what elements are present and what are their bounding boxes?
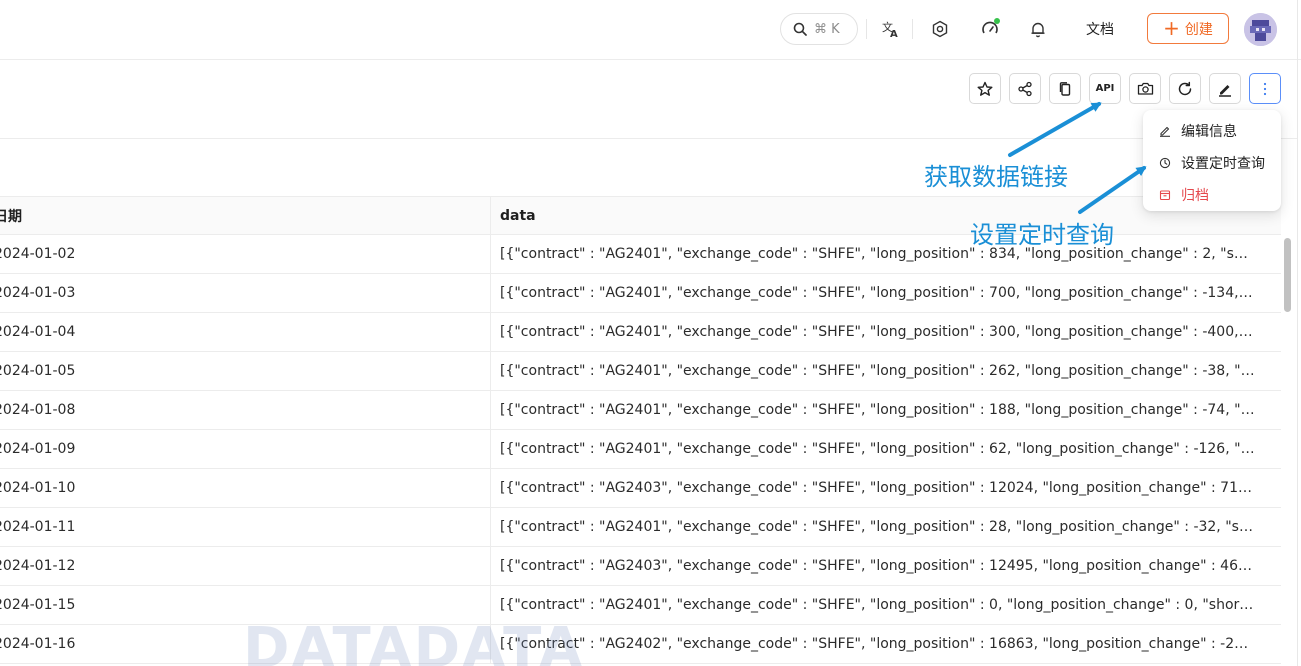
cell-date: 2024-01-11 bbox=[0, 508, 491, 546]
toolbar: API bbox=[969, 73, 1281, 104]
table-row[interactable]: 2024-01-08 [{"contract" : "AG2401", "exch… bbox=[0, 391, 1281, 430]
archive-icon bbox=[1159, 190, 1171, 201]
table-body: 2024-01-02 [{"contract" : "AG2401", "exch… bbox=[0, 235, 1281, 664]
copy-icon bbox=[1059, 81, 1071, 96]
cell-date: 2024-01-03 bbox=[0, 274, 491, 312]
menu-item-archive[interactable]: 归档 bbox=[1143, 179, 1281, 211]
cell-date: 2024-01-08 bbox=[0, 391, 491, 429]
table-row[interactable]: 2024-01-10 [{"contract" : "AG2403", "exch… bbox=[0, 469, 1281, 508]
scrollbar-thumb[interactable] bbox=[1284, 238, 1291, 312]
favorite-button[interactable] bbox=[969, 73, 1001, 104]
cell-date: 2024-01-09 bbox=[0, 430, 491, 468]
search-button[interactable]: ⌘ K bbox=[780, 13, 858, 45]
cell-data: [{"contract" : "AG2401", "exchange_code"… bbox=[500, 597, 1255, 613]
table-row[interactable]: 2024-01-05 [{"contract" : "AG2401", "exch… bbox=[0, 352, 1281, 391]
cell-data: [{"contract" : "AG2401", "exchange_code"… bbox=[500, 285, 1255, 301]
share-button[interactable] bbox=[1009, 73, 1041, 104]
toolbar-divider bbox=[0, 138, 1297, 139]
panel-edge bbox=[1297, 0, 1298, 666]
settings-icon[interactable] bbox=[928, 17, 952, 41]
table-row[interactable]: 2024-01-04 [{"contract" : "AG2401", "exch… bbox=[0, 313, 1281, 352]
share-icon bbox=[1018, 81, 1032, 96]
edit-button[interactable] bbox=[1209, 73, 1241, 104]
watermark: DATADATA bbox=[243, 616, 585, 666]
table-row[interactable]: 2024-01-03 [{"contract" : "AG2401", "exch… bbox=[0, 274, 1281, 313]
nav-divider bbox=[912, 19, 913, 39]
star-icon bbox=[977, 81, 993, 96]
clock-icon bbox=[1159, 157, 1171, 169]
screenshot-button[interactable] bbox=[1129, 73, 1161, 104]
table-scrollbar[interactable] bbox=[1282, 235, 1294, 666]
refresh-button[interactable] bbox=[1169, 73, 1201, 104]
cell-date: 2024-01-02 bbox=[0, 235, 491, 273]
translate-icon[interactable]: 文A bbox=[879, 17, 903, 41]
annotation-schedule: 设置定时查询 bbox=[970, 221, 1114, 249]
cell-data: [{"contract" : "AG2401", "exchange_code"… bbox=[500, 519, 1255, 535]
plus-icon: + bbox=[1163, 15, 1180, 40]
api-label: API bbox=[1095, 83, 1115, 94]
cell-data: [{"contract" : "AG2401", "exchange_code"… bbox=[500, 246, 1255, 262]
top-nav: ⌘ K 文A 文档 + 创建 bbox=[0, 0, 1301, 60]
cell-date: 2024-01-05 bbox=[0, 352, 491, 390]
refresh-icon bbox=[1178, 81, 1192, 95]
cell-data: [{"contract" : "AG2401", "exchange_code"… bbox=[500, 324, 1255, 340]
status-dot bbox=[994, 18, 1000, 24]
api-button[interactable]: API bbox=[1089, 73, 1121, 104]
create-button[interactable]: + 创建 bbox=[1147, 13, 1229, 44]
edit-icon bbox=[1160, 126, 1170, 137]
more-icon bbox=[1263, 82, 1267, 95]
svg-text:A: A bbox=[890, 29, 898, 38]
search-icon bbox=[793, 22, 807, 36]
table-row[interactable]: 2024-01-11 [{"contract" : "AG2401", "exch… bbox=[0, 508, 1281, 547]
menu-item-label: 归档 bbox=[1181, 188, 1209, 204]
column-header-date[interactable]: 日期 bbox=[0, 197, 491, 234]
table-row[interactable]: 2024-01-09 [{"contract" : "AG2401", "exch… bbox=[0, 430, 1281, 469]
menu-item-label: 编辑信息 bbox=[1181, 124, 1237, 140]
create-label: 创建 bbox=[1184, 21, 1213, 38]
copy-button[interactable] bbox=[1049, 73, 1081, 104]
bell-icon[interactable] bbox=[1026, 17, 1050, 41]
annotation-api-link: 获取数据链接 bbox=[924, 163, 1068, 191]
arrow-to-api-button bbox=[1008, 102, 1102, 157]
search-shortcut: ⌘ K bbox=[814, 21, 840, 37]
cell-data: [{"contract" : "AG2401", "exchange_code"… bbox=[500, 441, 1255, 457]
menu-item-label: 设置定时查询 bbox=[1181, 156, 1265, 172]
nav-divider bbox=[866, 19, 867, 39]
camera-icon bbox=[1137, 82, 1153, 95]
edit-icon bbox=[1219, 84, 1231, 97]
menu-item-schedule-query[interactable]: 设置定时查询 bbox=[1143, 147, 1281, 179]
menu-item-edit-info[interactable]: 编辑信息 bbox=[1143, 115, 1281, 147]
cell-data: [{"contract" : "AG2402", "exchange_code"… bbox=[500, 636, 1255, 652]
more-menu: 编辑信息 设置定时查询 归档 bbox=[1143, 110, 1281, 211]
more-button[interactable] bbox=[1249, 73, 1281, 104]
table-row[interactable]: 2024-01-12 [{"contract" : "AG2403", "exch… bbox=[0, 547, 1281, 586]
table-row[interactable]: 2024-01-15 [{"contract" : "AG2401", "exch… bbox=[0, 586, 1281, 625]
avatar[interactable] bbox=[1244, 13, 1277, 46]
cell-data: [{"contract" : "AG2403", "exchange_code"… bbox=[500, 558, 1255, 574]
table-row[interactable]: 2024-01-16 [{"contract" : "AG2402", "exch… bbox=[0, 625, 1281, 664]
data-table: 日期 data 2024-01-02[{"contract" : "AG2401… bbox=[0, 196, 1281, 664]
cell-date: 2024-01-10 bbox=[0, 469, 491, 507]
docs-link[interactable]: 文档 bbox=[1086, 19, 1114, 39]
cell-data: [{"contract" : "AG2401", "exchange_code"… bbox=[500, 402, 1255, 418]
cell-data: [{"contract" : "AG2403", "exchange_code"… bbox=[500, 480, 1255, 496]
cell-date: 2024-01-12 bbox=[0, 547, 491, 585]
cell-data: [{"contract" : "AG2401", "exchange_code"… bbox=[500, 363, 1255, 379]
cell-date: 2024-01-04 bbox=[0, 313, 491, 351]
